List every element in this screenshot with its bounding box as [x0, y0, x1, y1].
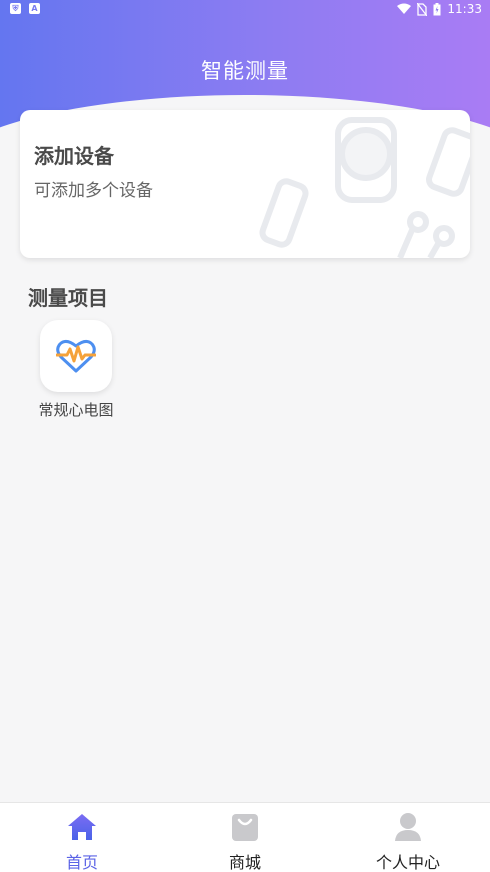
measure-item-ecg[interactable]: 常规心电图 [34, 320, 118, 420]
nav-item-profile[interactable]: 个人中心 [348, 811, 468, 872]
home-icon [68, 814, 96, 840]
app-screen: ⛨ A 11:33 智能测量 添加设备 可添加多个设备 测量项目 常规心电图 首… [0, 0, 490, 872]
devices-illustration [259, 117, 470, 258]
page-title: 智能测量 [201, 59, 289, 83]
nav-item-shop[interactable]: 商城 [185, 811, 305, 872]
nav-item-home[interactable]: 首页 [22, 811, 142, 872]
bottom-navigation: 首页 商城 个人中心 [0, 802, 490, 872]
status-time: 11:33 [447, 2, 482, 16]
shopping-bag-icon [232, 814, 258, 841]
battery-icon [433, 2, 441, 15]
add-device-subtitle: 可添加多个设备 [34, 181, 153, 201]
nav-label-home: 首页 [65, 853, 98, 872]
measure-icon-container [40, 320, 112, 392]
wifi-icon [397, 3, 412, 14]
nav-label-shop: 商城 [228, 853, 261, 872]
status-bar: ⛨ A 11:33 [0, 0, 490, 22]
app-notification-icon: A [29, 3, 40, 14]
heart-ecg-icon [56, 339, 96, 373]
add-device-title: 添加设备 [34, 144, 114, 168]
add-device-card[interactable]: 添加设备 可添加多个设备 [20, 110, 470, 258]
nav-label-profile: 个人中心 [375, 853, 440, 872]
shield-notification-icon: ⛨ [10, 3, 21, 14]
no-sim-icon [417, 2, 428, 16]
measure-section-title: 测量项目 [28, 286, 108, 310]
measure-item-label: 常规心电图 [38, 401, 114, 419]
person-icon [395, 813, 421, 841]
